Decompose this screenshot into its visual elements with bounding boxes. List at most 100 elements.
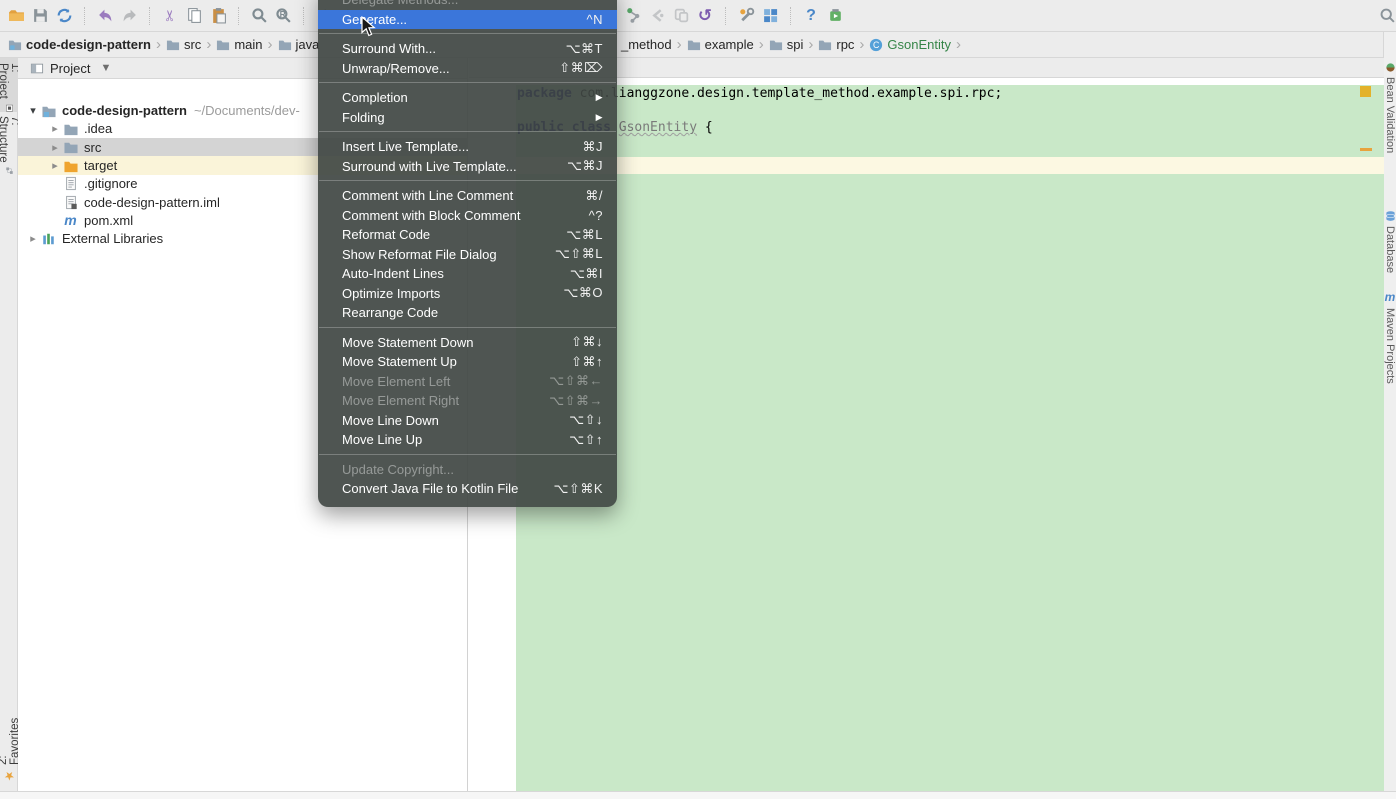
- menu-item-rearrange-code[interactable]: Rearrange Code: [318, 303, 617, 323]
- menu-item-completion[interactable]: Completion▶: [318, 88, 617, 108]
- replace-icon[interactable]: R: [271, 3, 295, 29]
- breadcrumb-item-spi[interactable]: spi: [769, 37, 804, 52]
- menu-item-surround-with-live-template[interactable]: Surround with Live Template...⌥⌘J: [318, 157, 617, 177]
- breadcrumb-item-rpc[interactable]: rpc: [818, 37, 854, 52]
- cut-icon[interactable]: ✂: [158, 3, 182, 29]
- breadcrumb-item-example[interactable]: example: [687, 37, 754, 52]
- breadcrumb-chevron: ›: [859, 36, 864, 53]
- right-tool-stripe: Bean Validation Database m Maven Project…: [1383, 32, 1396, 791]
- folder-icon: [769, 38, 783, 51]
- tool-tab-structure[interactable]: 7: Structure: [0, 116, 18, 174]
- search-everywhere-icon[interactable]: [1375, 2, 1396, 28]
- vcs-update-icon[interactable]: [621, 3, 645, 29]
- breadcrumb-left: code-design-pattern › src › main › java: [8, 32, 319, 57]
- menu-item-move-element-left: Move Element Left⌥⇧⌘←: [318, 372, 617, 392]
- context-menu: Delegate Methods... Generate...^N Surrou…: [318, 0, 617, 507]
- collapse-arrow-icon[interactable]: ▸: [48, 141, 62, 154]
- collapse-arrow-icon[interactable]: ▸: [48, 122, 62, 135]
- synchronize-icon[interactable]: [52, 3, 76, 29]
- breadcrumb-item-method[interactable]: _method: [621, 37, 672, 52]
- breadcrumb-item-class[interactable]: C GsonEntity: [869, 37, 951, 52]
- menu-item-show-reformat-dialog[interactable]: Show Reformat File Dialog⌥⇧⌘L: [318, 245, 617, 265]
- menu-separator: [319, 327, 616, 328]
- tool-tab-favorites[interactable]: 2: Favorites ★: [0, 711, 18, 783]
- toolbar-left-group: ✂ R: [4, 0, 360, 31]
- vcs-commit-icon[interactable]: [645, 3, 669, 29]
- bean-icon: [1385, 62, 1396, 73]
- menu-item-folding[interactable]: Folding▶: [318, 108, 617, 128]
- toolbar-right-group: ↺ ?: [621, 0, 847, 31]
- menu-item-convert-to-kotlin[interactable]: Convert Java File to Kotlin File⌥⇧⌘K: [318, 479, 617, 499]
- menu-item-move-line-up[interactable]: Move Line Up⌥⇧↑: [318, 430, 617, 450]
- collapse-arrow-icon[interactable]: ▸: [48, 159, 62, 172]
- menu-item-insert-live-template[interactable]: Insert Live Template...⌘J: [318, 137, 617, 157]
- maven-icon: m: [1385, 290, 1396, 304]
- menu-separator: [319, 454, 616, 455]
- breadcrumb-item-project[interactable]: code-design-pattern: [8, 37, 151, 52]
- code-area[interactable]: package com.lianggzone.design.template_m…: [516, 79, 1384, 791]
- breadcrumb-chevron: ›: [156, 36, 161, 53]
- menu-item-optimize-imports[interactable]: Optimize Imports⌥⌘O: [318, 284, 617, 304]
- undo-icon[interactable]: [93, 3, 117, 29]
- breadcrumb-chevron: ›: [677, 36, 682, 53]
- ant-build-icon[interactable]: [823, 3, 847, 29]
- tool-tab-bean-validation[interactable]: Bean Validation: [1384, 62, 1396, 212]
- menu-separator: [319, 131, 616, 132]
- toolbar-separator: [725, 7, 734, 25]
- menu-item-comment-line[interactable]: Comment with Line Comment⌘/: [318, 186, 617, 206]
- stripe-marker-icon: [1360, 148, 1372, 151]
- menu-separator: [319, 180, 616, 181]
- menu-item-surround-with[interactable]: Surround With...⌥⌘T: [318, 39, 617, 59]
- toolbar-separator: [149, 7, 158, 25]
- menu-item-comment-block[interactable]: Comment with Block Comment^?: [318, 206, 617, 226]
- left-tool-stripe: 1: Project 7: Structure 2: Favorites ★: [0, 58, 18, 791]
- folder-icon: [278, 38, 292, 51]
- tool-tab-maven-projects[interactable]: m Maven Projects: [1384, 290, 1396, 390]
- collapse-arrow-icon[interactable]: ▸: [26, 232, 40, 245]
- menu-item-move-line-down[interactable]: Move Line Down⌥⇧↓: [318, 411, 617, 431]
- submenu-arrow-icon: ▶: [596, 92, 603, 103]
- module-file-icon: [62, 194, 79, 210]
- folder-icon: [166, 38, 180, 51]
- breadcrumb-item-src[interactable]: src: [166, 37, 201, 52]
- menu-item-delegate-methods: Delegate Methods...: [318, 0, 617, 10]
- breadcrumb-item-main[interactable]: main: [216, 37, 262, 52]
- chevron-down-icon: ▼: [100, 62, 111, 74]
- text-file-icon: [62, 176, 79, 192]
- toolbar-separator: [238, 7, 247, 25]
- help-icon[interactable]: ?: [799, 3, 823, 29]
- paste-icon[interactable]: [206, 3, 230, 29]
- breadcrumb-item-java[interactable]: java: [278, 37, 320, 52]
- menu-item-move-statement-down[interactable]: Move Statement Down⇧⌘↓: [318, 333, 617, 353]
- project-structure-icon[interactable]: [758, 3, 782, 29]
- database-icon: [1385, 210, 1396, 222]
- save-icon[interactable]: [28, 3, 52, 29]
- redo-icon[interactable]: [117, 3, 141, 29]
- project-tool-icon: [4, 104, 15, 112]
- breadcrumb-right: _method › example › spi › rpc › C GsonEn…: [621, 32, 966, 57]
- menu-item-move-statement-up[interactable]: Move Statement Up⇧⌘↑: [318, 352, 617, 372]
- warning-marker-icon: [1360, 86, 1371, 97]
- project-folder-icon: [40, 103, 57, 119]
- settings-icon[interactable]: [734, 3, 758, 29]
- toolbar-separator: [790, 7, 799, 25]
- intellij-window: ✂ R ↺ ? code-desig: [0, 0, 1396, 799]
- tool-tab-project[interactable]: 1: Project: [0, 58, 18, 112]
- expand-arrow-icon[interactable]: ▾: [26, 104, 40, 117]
- copy-icon[interactable]: [182, 3, 206, 29]
- breadcrumb: code-design-pattern › src › main › java …: [0, 32, 1396, 58]
- find-icon[interactable]: [247, 3, 271, 29]
- menu-item-reformat-code[interactable]: Reformat Code⌥⌘L: [318, 225, 617, 245]
- vcs-diff-icon[interactable]: [669, 3, 693, 29]
- rollback-icon[interactable]: ↺: [693, 3, 717, 29]
- menu-separator: [319, 82, 616, 83]
- menu-item-unwrap-remove[interactable]: Unwrap/Remove...⇧⌘⌦: [318, 59, 617, 79]
- breadcrumb-chevron: ›: [808, 36, 813, 53]
- folder-icon: [62, 121, 79, 137]
- tool-tab-database[interactable]: Database: [1384, 210, 1396, 286]
- breadcrumb-chevron: ›: [268, 36, 273, 53]
- folder-icon: [818, 38, 832, 51]
- menu-item-auto-indent[interactable]: Auto-Indent Lines⌥⌘I: [318, 264, 617, 284]
- open-folder-icon[interactable]: [4, 3, 28, 29]
- menu-item-update-copyright: Update Copyright...: [318, 460, 617, 480]
